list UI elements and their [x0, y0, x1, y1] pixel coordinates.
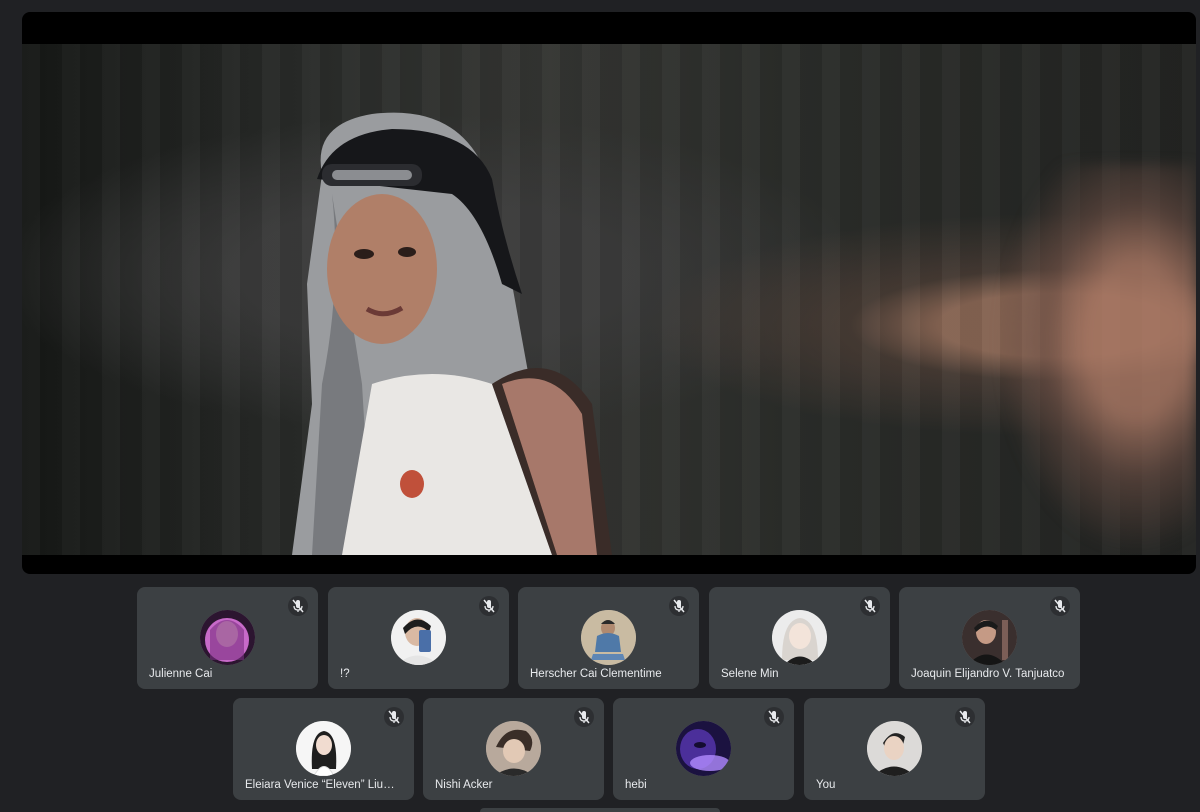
participant-name: Joaquin Elijandro V. Tanjuatco: [911, 668, 1065, 680]
avatar: [296, 721, 351, 776]
mic-off-icon: [860, 596, 880, 616]
video-foreground-person: [996, 164, 1196, 555]
participant-tile[interactable]: !?: [328, 587, 509, 689]
mic-off-icon: [764, 707, 784, 727]
participant-tile[interactable]: Selene Min: [709, 587, 890, 689]
mic-off-icon: [384, 707, 404, 727]
avatar: [772, 610, 827, 665]
avatar: [486, 721, 541, 776]
video-subject: [252, 84, 652, 556]
participant-name: Selene Min: [721, 668, 779, 680]
mic-off-icon: [669, 596, 689, 616]
avatar: [200, 610, 255, 665]
mic-off-icon: [288, 596, 308, 616]
participant-row-1: Julienne Cai !? Herscher Cai Clementime: [0, 587, 1200, 689]
avatar: [962, 610, 1017, 665]
participant-tile[interactable]: Eleiara Venice “Eleven” Liu—P...: [233, 698, 414, 800]
avatar: [581, 610, 636, 665]
presentation-stage[interactable]: [22, 12, 1196, 574]
participant-name: !?: [340, 668, 350, 680]
mic-off-icon: [955, 707, 975, 727]
participant-row-2: Eleiara Venice “Eleven” Liu—P... Nishi A…: [0, 698, 1200, 800]
mic-off-icon: [479, 596, 499, 616]
participant-name: hebi: [625, 779, 647, 791]
participant-tile[interactable]: Herscher Cai Clementime: [518, 587, 699, 689]
avatar: [867, 721, 922, 776]
presentation-video-frame: [22, 44, 1196, 556]
participant-tile[interactable]: Joaquin Elijandro V. Tanjuatco: [899, 587, 1080, 689]
participant-tile-self[interactable]: You: [804, 698, 985, 800]
participant-name: Nishi Acker: [435, 779, 493, 791]
participant-tile[interactable]: Nishi Acker: [423, 698, 604, 800]
participant-name: Eleiara Venice “Eleven” Liu—P...: [245, 779, 404, 791]
avatar: [676, 721, 731, 776]
participant-name: Herscher Cai Clementime: [530, 668, 662, 680]
mic-off-icon: [574, 707, 594, 727]
participant-name: Julienne Cai: [149, 668, 213, 680]
mic-off-icon: [1050, 596, 1070, 616]
participant-tile[interactable]: hebi: [613, 698, 794, 800]
control-bar-edge: [480, 808, 720, 812]
avatar: [391, 610, 446, 665]
participant-name: You: [816, 779, 836, 791]
participant-tile[interactable]: Julienne Cai: [137, 587, 318, 689]
